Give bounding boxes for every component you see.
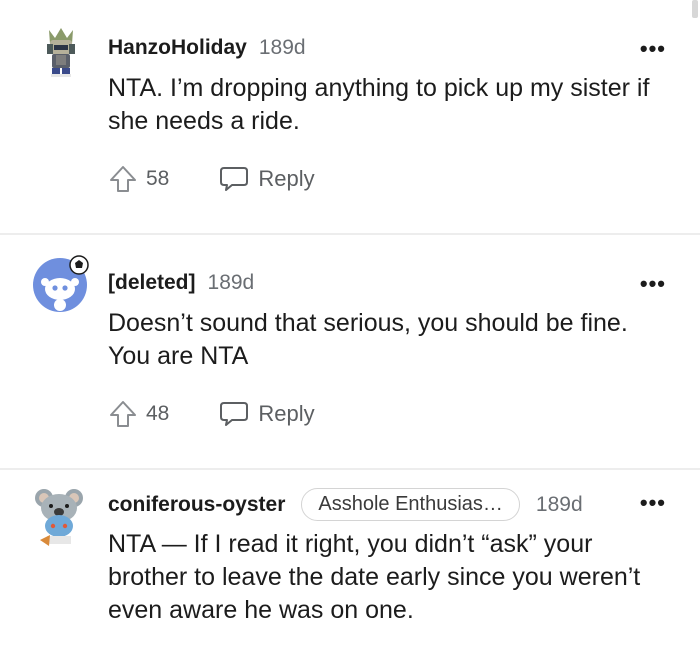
comment-body: NTA — If I read it right, you didn’t “as… <box>108 530 641 624</box>
comment-meta: HanzoHoliday 189d <box>108 36 306 60</box>
more-options-icon[interactable]: ••• <box>640 492 666 514</box>
chat-bubble-icon <box>220 167 249 191</box>
reply-button[interactable]: Reply <box>219 165 315 193</box>
comment-actions: 48 Reply <box>108 399 315 429</box>
comment: HanzoHoliday 189d ••• NTA. I’m dropping … <box>0 0 700 235</box>
comment: [deleted] 189d ••• Doesn’t sound that se… <box>0 235 700 470</box>
comment-meta: [deleted] 189d <box>108 271 254 295</box>
comment-body: NTA. I’m dropping anything to pick up my… <box>108 74 650 135</box>
upvote-button[interactable]: 58 <box>108 164 169 194</box>
username[interactable]: coniferous-oyster <box>108 493 285 517</box>
more-options-icon[interactable]: ••• <box>640 38 666 60</box>
upvote-button[interactable]: 48 <box>108 399 169 429</box>
comment-age: 189d <box>535 492 583 516</box>
comment-actions: 58 Reply <box>108 164 315 194</box>
upvote-count: 48 <box>146 402 170 425</box>
username[interactable]: [deleted] <box>108 271 196 295</box>
reply-label: Reply <box>258 401 315 426</box>
comment-age: 189d <box>207 271 255 294</box>
comment-body: Doesn’t sound that serious, you should b… <box>108 309 628 370</box>
upvote-arrow-icon <box>110 401 136 427</box>
comment: coniferous-oyster Asshole Enthusias… 189… <box>0 470 700 663</box>
upvote-arrow-icon <box>110 166 136 192</box>
reply-button[interactable]: Reply <box>219 400 315 428</box>
koala-snoo-avatar-icon[interactable] <box>32 486 90 546</box>
chat-bubble-icon <box>220 402 249 426</box>
more-options-icon[interactable]: ••• <box>640 273 666 295</box>
default-snoo-avatar-icon[interactable] <box>32 253 90 312</box>
username[interactable]: HanzoHoliday <box>108 36 247 60</box>
user-flair: Asshole Enthusias… <box>301 488 520 521</box>
comment-age: 189d <box>258 36 306 59</box>
snoo-armor-avatar-icon[interactable] <box>32 22 90 80</box>
comment-meta: coniferous-oyster Asshole Enthusias… 189… <box>108 488 583 521</box>
reply-label: Reply <box>258 166 315 191</box>
upvote-count: 58 <box>146 167 170 190</box>
